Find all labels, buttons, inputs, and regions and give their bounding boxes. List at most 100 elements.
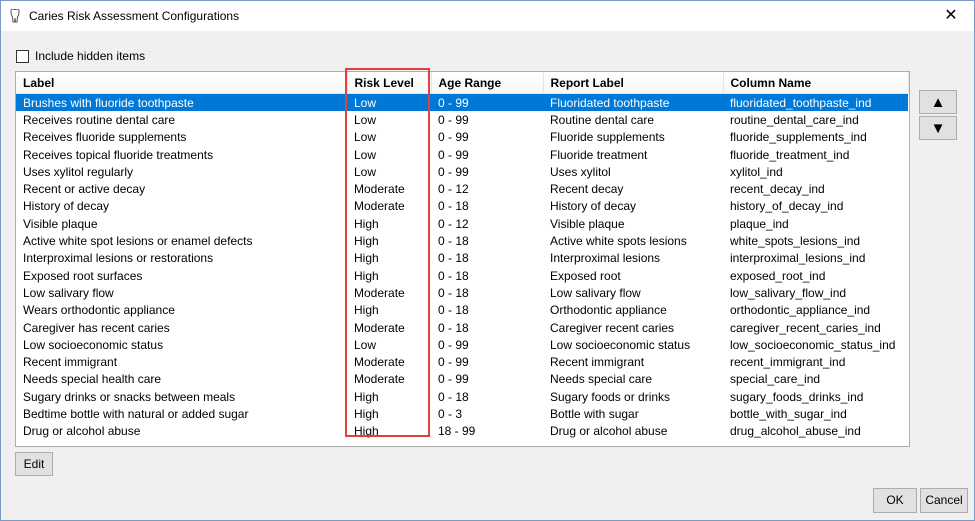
cell-risk-level: High	[354, 268, 379, 283]
cell-label: Interproximal lesions or restorations	[23, 251, 214, 266]
cell-age-range: 0 - 3	[438, 406, 463, 421]
cell-column-name: orthodontic_appliance_ind	[730, 303, 871, 318]
tooth-icon	[10, 9, 20, 23]
cell-label: Visible plaque	[23, 216, 98, 231]
cell-label: Recent immigrant	[23, 355, 118, 370]
cell-age-range: 0 - 18	[438, 389, 469, 404]
cell-column-name: history_of_decay_ind	[730, 199, 844, 214]
cell-age-range: 0 - 99	[438, 337, 469, 352]
cell-age-range: 0 - 99	[438, 372, 469, 387]
table-row[interactable]: Drug or alcohol abuse High 18 - 99 Drug or …	[16, 423, 908, 440]
table-row[interactable]: Low salivary flow Moderate 0 - 18 Low saliv…	[16, 284, 908, 301]
close-button[interactable]: ✕	[928, 1, 974, 31]
cell-column-name: exposed_root_ind	[730, 268, 826, 283]
table-row[interactable]: Exposed root surfaces High 0 - 18 Exposed r…	[16, 267, 908, 284]
cell-label: Exposed root surfaces	[23, 268, 143, 283]
table-row[interactable]: Uses xylitol regularly Low 0 - 99 Uses xyli…	[16, 163, 908, 180]
cell-label: History of decay	[23, 199, 110, 214]
cell-age-range: 0 - 12	[438, 182, 469, 197]
cell-risk-level: Low	[354, 130, 377, 145]
cell-risk-level: High	[354, 389, 379, 404]
cell-age-range: 0 - 18	[438, 285, 469, 300]
table-row[interactable]: Needs special health care Moderate 0 - 99 N…	[16, 371, 908, 388]
cell-age-range: 0 - 99	[431, 93, 543, 112]
cell-risk-level: Low	[354, 164, 377, 179]
cell-risk-level: Low	[354, 337, 377, 352]
cell-label: Caregiver has recent caries	[23, 320, 170, 335]
column-header-age-range[interactable]: Age Range	[431, 72, 544, 94]
cell-report-label: Bottle with sugar	[550, 406, 639, 421]
table-row[interactable]: Visible plaque High 0 - 12 Visible plaque pl…	[16, 215, 908, 232]
table-row[interactable]: Interproximal lesions or restorations Hig…	[16, 250, 908, 267]
cell-risk-level: Moderate	[354, 355, 405, 370]
cell-risk-level: Low	[354, 112, 377, 127]
cell-age-range: 0 - 99	[438, 164, 469, 179]
cell-report-label: Fluoride supplements	[550, 130, 665, 145]
cell-report-label: Low salivary flow	[550, 285, 641, 300]
cell-age-range: 0 - 99	[438, 147, 469, 162]
move-down-button[interactable]: ▼	[919, 116, 957, 140]
table-row[interactable]: Recent immigrant Moderate 0 - 99 Recent imm…	[16, 353, 908, 370]
table-row[interactable]: Wears orthodontic appliance High 0 - 18 Ort…	[16, 302, 908, 319]
cell-risk-level: High	[354, 216, 379, 231]
table-row[interactable]: Receives routine dental care Low 0 - 99 Rou…	[16, 111, 908, 128]
cell-report-label: Uses xylitol	[550, 164, 611, 179]
cell-column-name: caregiver_recent_caries_ind	[730, 320, 881, 335]
column-header-column-name[interactable]: Column Name	[723, 72, 909, 94]
cell-risk-level: Moderate	[354, 182, 405, 197]
column-header-risk-level[interactable]: Risk Level	[347, 72, 432, 94]
cell-report-label: Caregiver recent caries	[550, 320, 675, 335]
table-row[interactable]: Low socioeconomic status Low 0 - 99 Low soc…	[16, 336, 908, 353]
table-row[interactable]: Brushes with fluoride toothpaste Low 0 - 9…	[16, 93, 908, 112]
cell-label: Receives routine dental care	[23, 112, 176, 127]
table-row[interactable]: Receives fluoride supplements Low 0 - 99 Fl…	[16, 129, 908, 146]
table-row[interactable]: Recent or active decay Moderate 0 - 12 Rece…	[16, 180, 908, 197]
cell-age-range: 0 - 99	[438, 355, 469, 370]
cell-risk-level: High	[354, 424, 379, 439]
cell-risk-level: High	[354, 251, 379, 266]
cell-column-name: recent_immigrant_ind	[730, 355, 846, 370]
close-icon: ✕	[944, 7, 958, 24]
table-header: Label Risk Level Age Range Report Label …	[16, 72, 909, 94]
cell-report-label: Interproximal lesions	[550, 251, 661, 266]
include-hidden-row[interactable]: Include hidden items	[16, 48, 145, 64]
arrow-up-icon: ▲	[930, 93, 946, 111]
cell-age-range: 0 - 18	[438, 303, 469, 318]
ok-button[interactable]: OK	[873, 488, 917, 513]
cell-column-name: interproximal_lesions_ind	[730, 251, 866, 266]
cell-report-label: Active white spots lesions	[550, 234, 687, 249]
cell-column-name: low_socioeconomic_status_ind	[730, 337, 896, 352]
cell-column-name: fluoride_supplements_ind	[730, 130, 867, 145]
table-row[interactable]: Bedtime bottle with natural or added sug…	[16, 405, 908, 422]
cell-report-label: Fluoridated toothpaste	[543, 93, 723, 112]
table-row[interactable]: Sugary drinks or snacks between meals Hig…	[16, 388, 908, 405]
cell-age-range: 0 - 18	[438, 320, 469, 335]
title-bar: Caries Risk Assessment Configurations ✕	[1, 1, 974, 31]
cell-risk-level: Moderate	[354, 372, 405, 387]
cell-report-label: Needs special care	[550, 372, 653, 387]
move-up-button[interactable]: ▲	[919, 90, 957, 114]
cell-label: Needs special health care	[23, 372, 162, 387]
table-row[interactable]: Active white spot lesions or enamel defe…	[16, 232, 908, 249]
cell-column-name: xylitol_ind	[730, 164, 783, 179]
cell-report-label: Fluoride treatment	[550, 147, 648, 162]
cell-age-range: 0 - 99	[438, 130, 469, 145]
table-row[interactable]: Receives topical fluoride treatments Low 0…	[16, 146, 908, 163]
cell-label: Brushes with fluoride toothpaste	[16, 93, 347, 112]
cell-label: Bedtime bottle with natural or added sug…	[23, 406, 249, 421]
cell-risk-level: Low	[354, 147, 377, 162]
items-table[interactable]: Label Risk Level Age Range Report Label …	[15, 71, 910, 447]
cell-column-name: low_salivary_flow_ind	[730, 285, 847, 300]
cancel-button[interactable]: Cancel	[920, 488, 968, 513]
cell-label: Active white spot lesions or enamel defe…	[23, 234, 253, 249]
table-row[interactable]: Caregiver has recent caries Moderate 0 - 1…	[16, 319, 908, 336]
column-header-report-label[interactable]: Report Label	[543, 72, 724, 94]
edit-button[interactable]: Edit	[15, 452, 53, 476]
column-header-label[interactable]: Label	[16, 72, 348, 94]
cell-risk-level: High	[354, 406, 379, 421]
include-hidden-checkbox[interactable]	[16, 49, 29, 63]
window-title: Caries Risk Assessment Configurations	[29, 9, 240, 23]
table-row[interactable]: History of decay Moderate 0 - 18 History of…	[16, 198, 908, 215]
cell-label: Low salivary flow	[23, 285, 114, 300]
cell-risk-level: Moderate	[354, 199, 405, 214]
